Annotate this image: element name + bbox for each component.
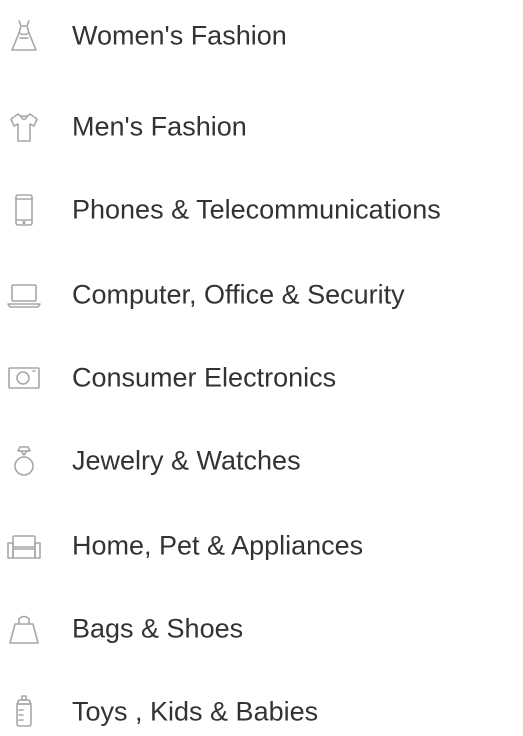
category-list: Women's Fashion Men's Fashion Phones & T…: [0, 0, 523, 729]
category-item-phones-telecommunications[interactable]: Phones & Telecommunications: [0, 186, 523, 234]
category-item-consumer-electronics[interactable]: Consumer Electronics: [0, 354, 523, 402]
category-label-womens-fashion: Women's Fashion: [72, 20, 287, 51]
camera-icon: [6, 360, 42, 396]
category-item-womens-fashion[interactable]: Women's Fashion: [0, 12, 523, 60]
category-label-consumer-electronics: Consumer Electronics: [72, 362, 337, 393]
category-label-mens-fashion: Men's Fashion: [72, 111, 247, 142]
sofa-icon: [6, 528, 42, 564]
category-label-jewelry-watches: Jewelry & Watches: [72, 445, 301, 476]
category-label-phones-telecommunications: Phones & Telecommunications: [72, 194, 441, 225]
dress-icon: [6, 18, 42, 54]
category-item-home-pet-appliances[interactable]: Home, Pet & Appliances: [0, 522, 523, 570]
category-item-bags-shoes[interactable]: Bags & Shoes: [0, 605, 523, 653]
bag-icon: [6, 611, 42, 647]
category-item-mens-fashion[interactable]: Men's Fashion: [0, 103, 523, 151]
category-label-computer-office-security: Computer, Office & Security: [72, 279, 405, 310]
category-item-computer-office-security[interactable]: Computer, Office & Security: [0, 271, 523, 319]
shirt-icon: [6, 109, 42, 145]
phone-icon: [6, 192, 42, 228]
baby-bottle-icon: [6, 694, 42, 730]
category-item-jewelry-watches[interactable]: Jewelry & Watches: [0, 437, 523, 485]
category-label-home-pet-appliances: Home, Pet & Appliances: [72, 530, 364, 561]
category-label-toys-kids-babies: Toys , Kids & Babies: [72, 696, 319, 727]
category-label-bags-shoes: Bags & Shoes: [72, 613, 244, 644]
ring-icon: [6, 443, 42, 479]
laptop-icon: [6, 277, 42, 313]
